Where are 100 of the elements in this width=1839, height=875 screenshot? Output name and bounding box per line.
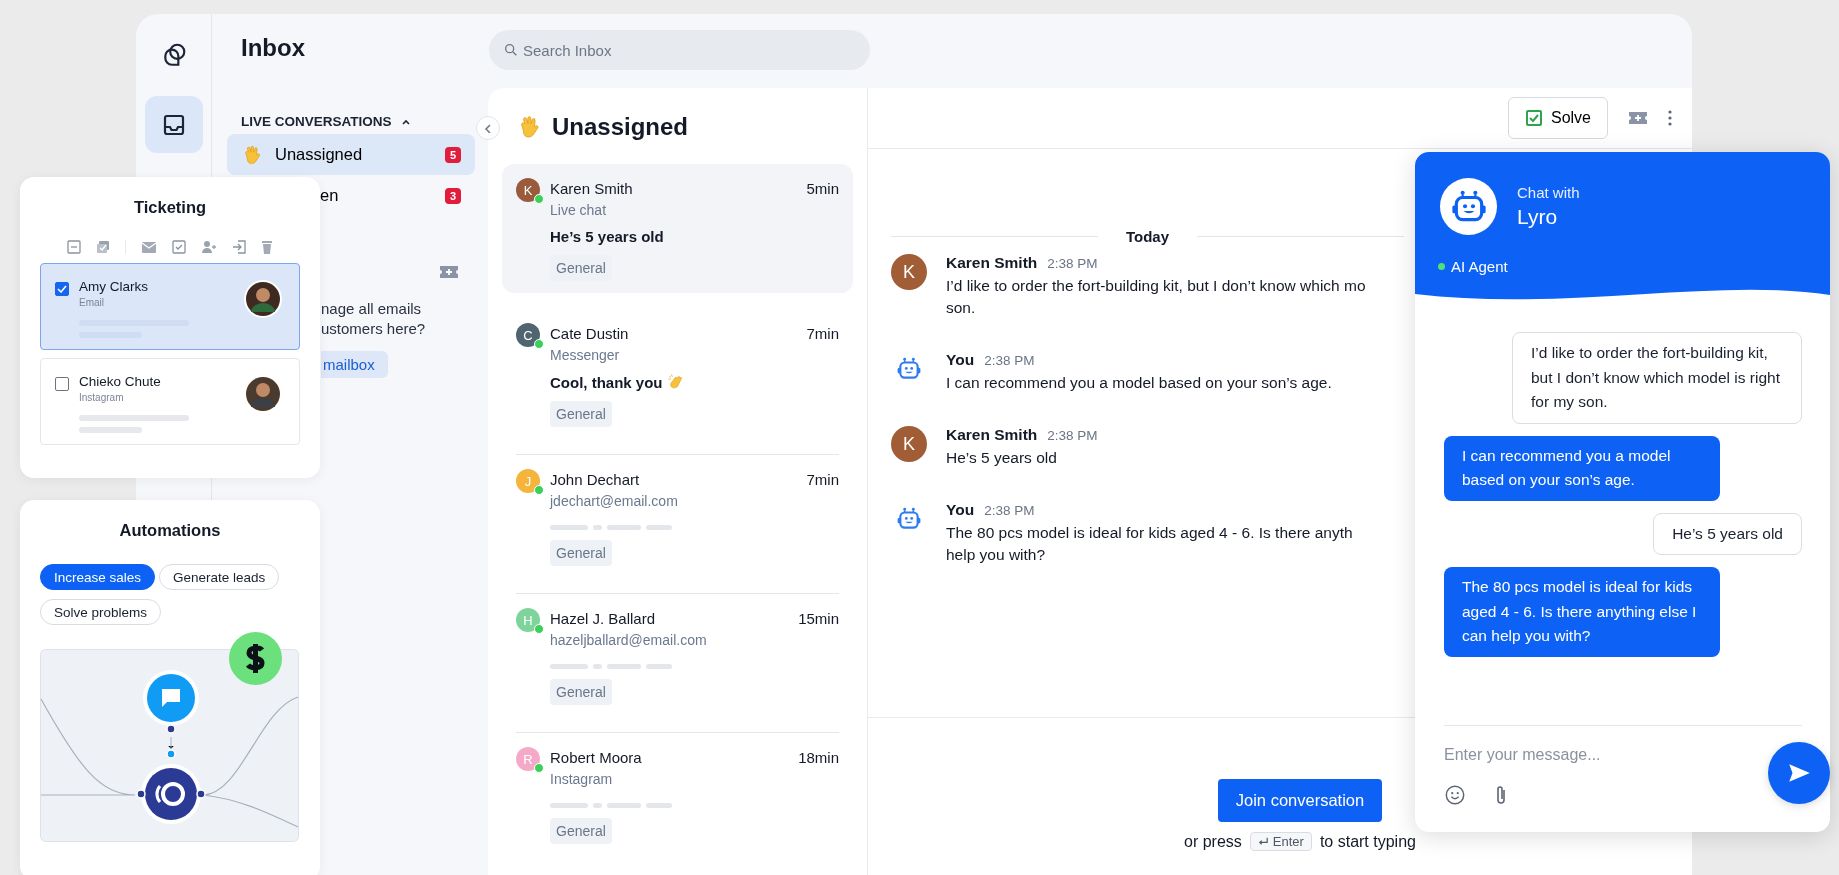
filter-chip[interactable]: Generate leads: [159, 564, 280, 590]
author-name: Karen Smith: [946, 254, 1038, 272]
ticket-item[interactable]: Amy Clarks Email: [40, 263, 300, 350]
time-label: 2:38 PM: [984, 503, 1035, 518]
ticket-plus-icon[interactable]: [1628, 110, 1648, 126]
paperclip-icon[interactable]: [1494, 784, 1508, 806]
ticket-plus-icon[interactable]: [439, 264, 459, 280]
collapse-button[interactable]: [476, 116, 500, 140]
avatar-icon: [243, 279, 283, 319]
ticket-name: Chieko Chute: [79, 374, 162, 389]
conversation-item[interactable]: H Hazel J. Ballard 15min hazeljballard@email.com General: [502, 594, 853, 717]
filter-chip[interactable]: Increase sales: [40, 564, 156, 590]
solve-button[interactable]: Solve: [1507, 97, 1608, 139]
user-plus-icon[interactable]: [201, 240, 217, 254]
more-button[interactable]: [1668, 110, 1672, 126]
widget-subtitle: Chat with: [1517, 184, 1580, 201]
card-title: Ticketing: [132, 198, 208, 217]
author-name: Karen Smith: [946, 426, 1038, 444]
contact-name: Cate Dustin: [550, 324, 629, 344]
move-in-icon[interactable]: [232, 240, 246, 254]
author-name: You: [946, 501, 975, 519]
checkbox[interactable]: [55, 282, 69, 296]
channel-label: Live chat: [550, 202, 607, 218]
contact-name: Hazel J. Ballard: [550, 609, 656, 629]
time-label: 15min: [798, 609, 839, 629]
inbox-nav-button[interactable]: [144, 96, 203, 153]
time-label: 2:38 PM: [1047, 256, 1098, 271]
clapping-hands-icon: [666, 373, 685, 391]
channel-label: Messenger: [550, 347, 620, 363]
time-label: 5min: [806, 179, 839, 199]
ticket-item[interactable]: Chieko Chute Instagram: [40, 358, 300, 445]
channel-label: Email: [79, 297, 105, 308]
time-label: 2:38 PM: [984, 353, 1035, 368]
message-text: The 80 pcs model is ideal for kids aged 4 - 6. Is there anyth help you with?: [946, 523, 1353, 565]
message-text: I can recommend you a model based on your son’s age.: [946, 373, 1332, 393]
channel-label: jdechart@email.com: [550, 493, 678, 509]
message-preview: He’s 5 years old: [550, 228, 664, 245]
channel-label: hazeljballard@email.com: [550, 632, 707, 648]
filter-chip[interactable]: Solve problems: [40, 599, 162, 625]
time-label: 7min: [806, 324, 839, 344]
count-badge: 3: [445, 187, 461, 204]
stack-check-icon[interactable]: [96, 240, 110, 254]
author-name: You: [946, 351, 975, 369]
count-badge: 5: [445, 146, 461, 163]
tag-label: General: [550, 540, 612, 566]
tag-label: General: [550, 679, 612, 705]
message-text: He’s 5 years old: [946, 448, 1058, 468]
widget-title: Lyro: [1517, 205, 1559, 229]
list-title: Unassigned: [552, 113, 689, 141]
channel-label: Instagram: [550, 771, 613, 787]
check-icon: [1524, 109, 1543, 127]
folder-item[interactable]: Unassigned 5: [227, 134, 475, 175]
message-text: I’d like to order the fort-building kit, but I don’t know which mo son.: [946, 276, 1366, 318]
dollar-icon: [229, 632, 282, 685]
mail-icon[interactable]: [141, 240, 157, 254]
page-title: Inbox: [241, 34, 306, 63]
ticket-name: Amy Clarks: [79, 279, 149, 294]
inbox-icon: [161, 112, 186, 137]
robot-icon: [896, 506, 922, 532]
smiley-icon[interactable]: [1444, 784, 1466, 806]
conversation-item[interactable]: C Cate Dustin 7min Messenger Cool, thank you General: [502, 309, 853, 439]
mailbox-button[interactable]: mailbox: [321, 351, 388, 378]
avatar: K: [891, 254, 927, 290]
avatar: K: [891, 426, 927, 462]
robot-icon: [896, 356, 922, 382]
card-title: Automations: [118, 521, 222, 540]
bot-message: The 80 pcs model is ideal for kids aged 4 - 6. Is there anything else I can help you with?: [1444, 567, 1720, 657]
join-button[interactable]: Join conversation: [1217, 779, 1383, 822]
tag-label: General: [550, 401, 612, 427]
conversation-item[interactable]: K Karen Smith 5min Live chat He’s 5 years old General: [502, 164, 853, 293]
enter-icon: [1257, 836, 1269, 847]
bot-message: I can recommend you a model based on your son’s age.: [1444, 435, 1720, 501]
section-toggle[interactable]: LIVE CONVERSATIONS: [241, 114, 412, 129]
contact-name: John Dechart: [550, 470, 640, 490]
more-icon: [1668, 110, 1672, 126]
channel-label: Instagram: [79, 392, 125, 403]
time-label: 7min: [806, 470, 839, 490]
avatar-icon: [243, 374, 283, 414]
conversation-item[interactable]: R Robert Moora 18min Instagram General: [502, 733, 853, 856]
tag-label: General: [550, 818, 612, 844]
date-divider: Today: [1125, 228, 1170, 245]
hint-text: or press: [1184, 832, 1242, 851]
user-message: He’s 5 years old: [1653, 512, 1802, 555]
contact-name: Karen Smith: [550, 179, 633, 199]
minus-square-icon[interactable]: [67, 240, 81, 254]
enter-key: Enter: [1249, 832, 1312, 851]
check-square-icon[interactable]: [172, 240, 186, 254]
chevron-left-icon: [483, 123, 493, 133]
mailbox-prompt: nage all emails ustomers here?: [321, 299, 427, 339]
conversation-item[interactable]: J John Dechart 7min jdechart@email.com General: [502, 455, 853, 578]
time-label: 2:38 PM: [1047, 428, 1098, 443]
status-label: AI Agent: [1451, 258, 1508, 275]
search-field[interactable]: Search Inbox: [489, 30, 870, 70]
user-message: I’d like to order the fort-building kit, but I don’t know which model is right for my son.: [1512, 332, 1802, 424]
trash-icon[interactable]: [261, 240, 273, 254]
contact-name: Robert Moora: [550, 748, 642, 768]
tag-label: General: [550, 255, 612, 281]
time-label: 18min: [798, 748, 839, 768]
checkbox[interactable]: [55, 377, 69, 391]
folder-item[interactable]: en 3: [320, 175, 475, 216]
